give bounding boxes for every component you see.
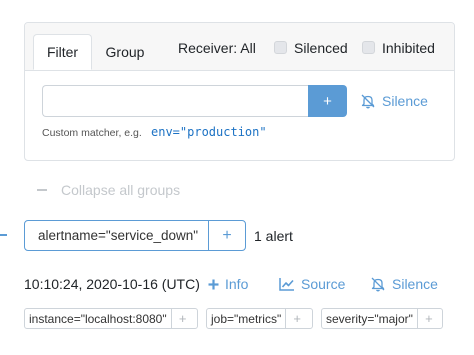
plus-icon	[208, 279, 219, 290]
info-label: Info	[225, 276, 249, 292]
info-button[interactable]: Info	[208, 276, 248, 292]
label-job[interactable]: job="metrics" +	[206, 308, 313, 329]
filter-input[interactable]	[42, 85, 308, 117]
minus-icon	[37, 189, 47, 191]
label-job-text: job="metrics"	[211, 311, 282, 326]
collapse-label: Collapse all groups	[61, 182, 181, 198]
source-label: Source	[301, 276, 346, 292]
group-indicator	[0, 234, 7, 236]
source-link[interactable]: Source	[279, 276, 345, 292]
filter-panel-header: Filter Group Receiver: All Silenced Inhi…	[25, 23, 454, 71]
tab-group[interactable]: Group	[97, 34, 153, 70]
filter-panel: Filter Group Receiver: All Silenced Inhi…	[24, 22, 455, 161]
silence-link[interactable]: Silence	[360, 93, 428, 109]
tab-filter[interactable]: Filter	[33, 34, 92, 70]
chart-line-icon	[279, 277, 295, 291]
receiver-dropdown[interactable]: Receiver: All	[178, 40, 256, 56]
label-severity-text: severity="major"	[326, 311, 413, 326]
alert-timestamp: 10:10:24, 2020-10-16 (UTC)	[24, 276, 200, 292]
inhibited-label: Inhibited	[382, 40, 435, 56]
group-add-filter-button[interactable]: +	[208, 220, 246, 251]
alert-silence-label: Silence	[392, 276, 438, 292]
label-severity-add-button[interactable]: +	[416, 309, 440, 328]
collapse-all-groups-button[interactable]: Collapse all groups	[37, 182, 180, 198]
label-instance-text: instance="localhost:8080"	[29, 311, 167, 326]
bell-slash-icon	[370, 276, 386, 292]
silence-label: Silence	[382, 93, 428, 109]
alert-silence-button[interactable]: Silence	[370, 276, 438, 292]
group-label-button[interactable]: alertname="service_down"	[24, 220, 209, 251]
inhibited-checkbox[interactable]	[362, 41, 375, 54]
label-instance-add-button[interactable]: +	[170, 309, 194, 328]
alert-count: 1 alert	[254, 228, 293, 244]
matcher-example[interactable]: env="production"	[151, 125, 267, 139]
silenced-label: Silenced	[294, 40, 348, 56]
group-label-text: alertname="service_down"	[38, 228, 199, 243]
silenced-checkbox[interactable]	[274, 41, 287, 54]
label-severity[interactable]: severity="major" +	[321, 308, 443, 329]
plus-icon: +	[222, 226, 232, 244]
bell-slash-icon	[360, 93, 376, 109]
label-job-add-button[interactable]: +	[285, 309, 308, 328]
add-filter-button[interactable]: +	[308, 85, 347, 117]
label-instance[interactable]: instance="localhost:8080" +	[24, 308, 198, 329]
plus-icon: +	[323, 92, 332, 110]
matcher-hint: Custom matcher, e.g.	[42, 127, 142, 139]
